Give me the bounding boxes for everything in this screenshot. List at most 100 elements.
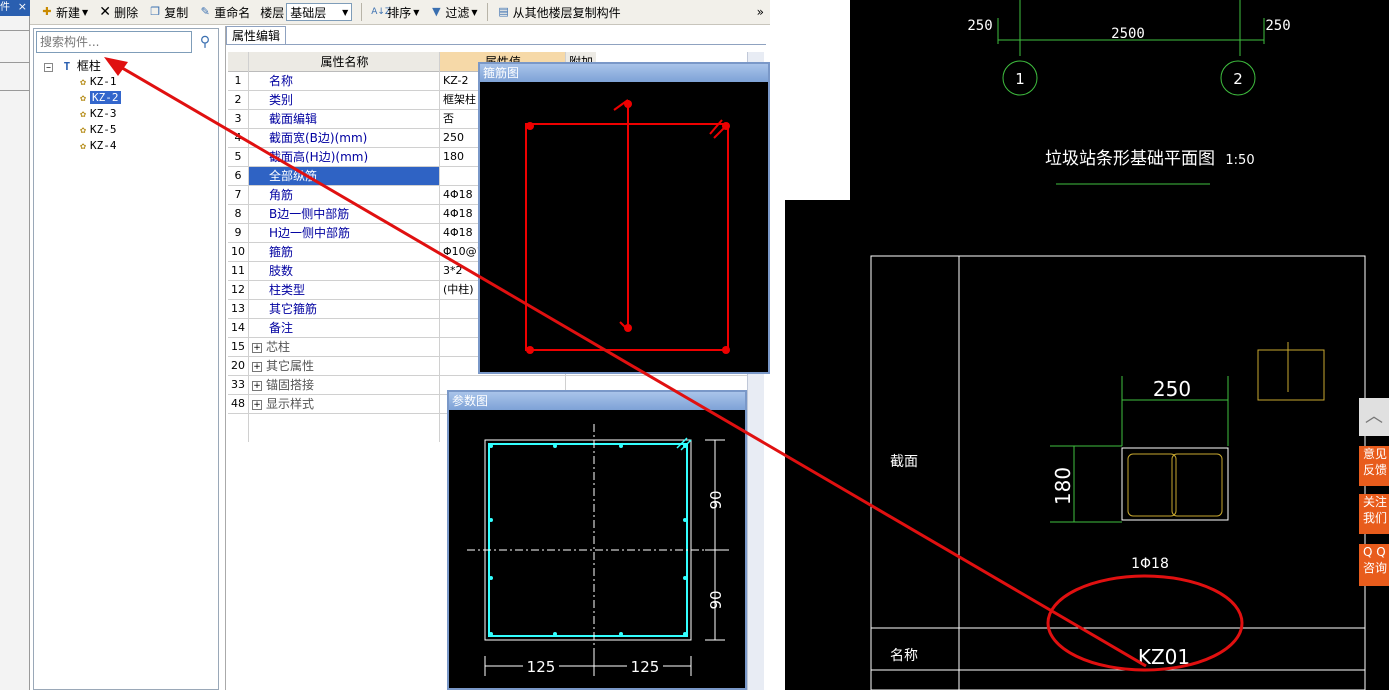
section-row-label: 截面 xyxy=(890,454,918,470)
dim-h1-label: 90 xyxy=(707,490,725,509)
component-icon: ✿ xyxy=(80,125,87,136)
follow-button[interactable]: 关注 我们 xyxy=(1359,494,1389,534)
property-name-text: 全部纵筋 xyxy=(269,169,318,183)
qq-line2: 咨询 xyxy=(1363,561,1388,575)
property-name-text: 备注 xyxy=(269,321,294,335)
property-name: 截面编辑 xyxy=(249,110,439,128)
header-name[interactable]: 属性名称 xyxy=(249,52,440,72)
tree-item[interactable]: ✿ KZ-4 xyxy=(80,139,117,154)
tree-root[interactable]: − T 框柱 xyxy=(44,59,101,74)
rename-button[interactable]: ✎ 重命名 xyxy=(194,1,254,23)
tree-item-label: KZ-2 xyxy=(90,91,121,104)
property-name-text: B边一侧中部筋 xyxy=(269,207,350,221)
property-row-number: 7 xyxy=(234,188,242,201)
stirrup-diagram xyxy=(525,99,730,354)
stirrup-outline xyxy=(488,443,688,637)
chevron-up-icon: ︿ xyxy=(1365,406,1383,427)
property-row-number: 48 xyxy=(231,397,245,410)
delete-icon: ✕ xyxy=(99,4,112,20)
feedback-line2: 反馈 xyxy=(1363,463,1388,477)
tree-item[interactable]: ✿ KZ-3 xyxy=(80,107,117,122)
toolbar-overflow-button[interactable]: » xyxy=(753,1,770,23)
left-dock-close-icon[interactable]: × xyxy=(18,0,27,13)
component-tree-panel: 搜索构件... ⚲ − T 框柱 ✿ KZ-1 ✿ KZ-2 ✿ KZ-3 ✿ KZ-5 ✿ KZ… xyxy=(33,28,219,690)
delete-button-label: 删除 xyxy=(114,5,139,20)
tree-root-label: 框柱 xyxy=(76,59,101,73)
toolbar-separator xyxy=(361,3,363,21)
property-name: + 其它属性 xyxy=(249,357,439,375)
property-name-text: 肢数 xyxy=(269,264,294,278)
search-icon[interactable]: ⚲ xyxy=(194,31,216,53)
property-row-number: 1 xyxy=(234,74,242,87)
tree-item[interactable]: ✿ KZ-5 xyxy=(80,123,117,138)
new-button[interactable]: ✚ 新建 ▼ xyxy=(36,1,92,23)
tree-item[interactable]: ✿ KZ-1 xyxy=(80,75,117,90)
filter-icon: ▼ xyxy=(432,5,441,18)
name-row-label: 名称 xyxy=(890,648,918,664)
property-name-text: 芯柱 xyxy=(266,340,291,354)
section-outline xyxy=(484,439,692,641)
tree-item-label: KZ-4 xyxy=(90,139,117,152)
new-icon: ✚ xyxy=(42,5,52,18)
rename-button-label: 重命名 xyxy=(214,5,251,20)
parameter-diagram-window[interactable]: 参数图 90 90 125 125 xyxy=(447,390,747,690)
property-name-text: 箍筋 xyxy=(269,245,294,259)
property-name-text: 截面高(H边)(mm) xyxy=(269,150,369,164)
qq-line1: Q Q xyxy=(1363,545,1386,559)
property-name: 箍筋 xyxy=(249,243,439,261)
tree-item[interactable]: ✿ KZ-2 xyxy=(80,91,121,106)
sort-az-icon: A↓Z xyxy=(371,7,392,17)
tree-item-label: KZ-3 xyxy=(90,107,117,120)
floor-combo[interactable]: 基础层 ▼ xyxy=(286,3,353,21)
copy-from-floor-button[interactable]: ▤ 从其他楼层复制构件 xyxy=(493,1,625,23)
property-row-number: 33 xyxy=(231,378,245,391)
property-name: 柱类型 xyxy=(249,281,439,299)
column-type-icon: T xyxy=(63,60,71,73)
section-height-label: 180 xyxy=(1051,467,1075,505)
property-row-number: 3 xyxy=(234,112,242,125)
property-name: 备注 xyxy=(249,319,439,337)
component-toolbar: ✚ 新建 ▼ ✕ 删除 ❐ 复制 ✎ 重命名 楼层 基础层 ▼ A↓Z 排序 ▼ xyxy=(30,0,770,25)
component-icon: ✿ xyxy=(80,141,87,152)
follow-line2: 我们 xyxy=(1363,511,1388,525)
plan-title: 垃圾站条形基础平面图 xyxy=(1045,149,1215,169)
feedback-button[interactable]: 意见 反馈 xyxy=(1359,446,1389,486)
delete-button[interactable]: ✕ 删除 xyxy=(94,1,142,23)
expand-icon[interactable]: + xyxy=(252,342,262,353)
dim-right-label: 250 xyxy=(1265,18,1290,34)
property-name: 全部纵筋 xyxy=(249,167,439,185)
sort-button[interactable]: A↓Z 排序 ▼ xyxy=(367,1,423,23)
property-name: 其它箍筋 xyxy=(249,300,439,318)
expand-icon[interactable]: + xyxy=(252,361,262,372)
property-name-text: 显示样式 xyxy=(266,397,315,411)
filter-button[interactable]: ▼ 过滤 ▼ xyxy=(425,1,481,23)
expand-icon[interactable]: + xyxy=(252,399,262,410)
property-name: + 显示样式 xyxy=(249,395,439,413)
scroll-top-button[interactable]: ︿ xyxy=(1359,398,1389,436)
param-window-title[interactable]: 参数图 xyxy=(449,392,745,410)
collapse-icon[interactable]: − xyxy=(44,63,53,72)
section-table xyxy=(870,255,1366,690)
divider xyxy=(0,30,30,31)
stirrup-window-title[interactable]: 箍筋图 xyxy=(480,64,768,82)
property-row-number: 8 xyxy=(234,207,242,220)
qq-consult-button[interactable]: Q Q 咨询 xyxy=(1359,544,1389,586)
dim-b2-label: 125 xyxy=(631,658,660,676)
chevron-down-icon: ▼ xyxy=(413,7,420,17)
property-name: 截面高(H边)(mm) xyxy=(249,148,439,166)
cad-drawing: 250 2500 250 1 2 垃圾站条形基础平面图 1:50 截面 名称 2… xyxy=(870,0,1366,690)
dim-b1-label: 125 xyxy=(527,658,556,676)
property-name-text: 截面编辑 xyxy=(269,112,318,126)
property-name: 截面宽(B边)(mm) xyxy=(249,129,439,147)
expand-icon[interactable]: + xyxy=(252,380,262,391)
rebar-label: 1Φ18 xyxy=(1131,556,1169,572)
property-row-number: 4 xyxy=(234,131,242,144)
property-row-number: 10 xyxy=(231,245,245,258)
sort-button-label: 排序 xyxy=(387,5,412,20)
search-input[interactable]: 搜索构件... xyxy=(36,31,192,53)
copy-button[interactable]: ❐ 复制 xyxy=(144,1,192,23)
rebar-points xyxy=(489,444,687,636)
stirrup-diagram-window[interactable]: 箍筋图 xyxy=(478,62,770,374)
property-name: + 锚固搭接 xyxy=(249,376,439,394)
tab-property-edit[interactable]: 属性编辑 xyxy=(226,26,286,45)
